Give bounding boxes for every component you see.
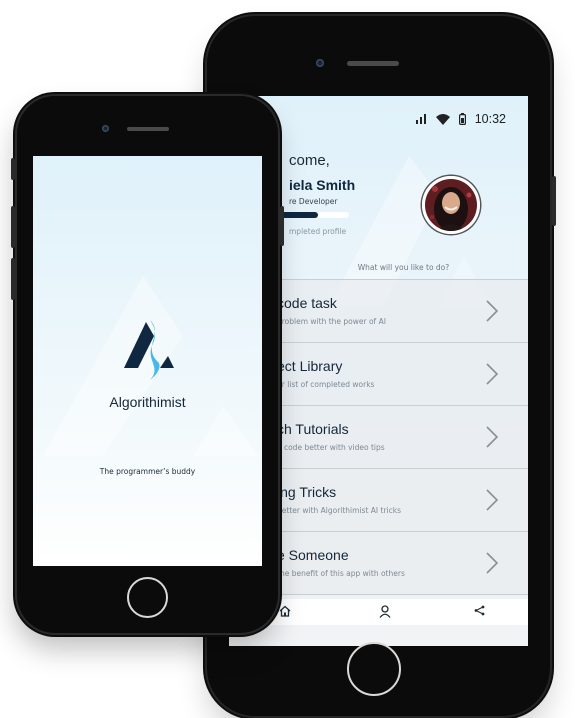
profile-progress-bar <box>279 212 349 218</box>
menu-item-subtitle: problem with the power of AI <box>277 317 386 326</box>
menu-item-title: ect Library <box>277 358 343 374</box>
front-phone-mockup: Algorithimist The programmer’s buddy <box>11 96 284 633</box>
menu-item-subtitle: better with Algorithimist AI tricks <box>277 506 401 515</box>
chevron-right-icon <box>486 552 498 574</box>
status-bar: 10:32 <box>415 112 506 126</box>
menu-item-title: ch Tutorials <box>277 421 349 437</box>
chevron-right-icon <box>486 300 498 322</box>
app-name: Algorithimist <box>109 394 186 410</box>
profile-progress-text: mpleted profile <box>289 227 347 236</box>
profile-icon[interactable] <box>379 605 391 618</box>
wifi-icon <box>435 113 450 125</box>
user-name: iela Smith <box>289 177 356 193</box>
chevron-right-icon <box>486 489 498 511</box>
menu-item-title: code task <box>277 295 337 311</box>
volume-down-button <box>11 258 15 300</box>
user-role: re Developer <box>289 197 338 206</box>
splash-screen: Algorithimist The programmer’s buddy <box>33 156 262 566</box>
earpiece-speaker <box>127 127 169 131</box>
power-button <box>552 176 556 226</box>
app-tagline: The programmer’s buddy <box>99 467 196 476</box>
signal-icon <box>415 114 427 124</box>
volume-up-button <box>11 206 15 248</box>
front-camera <box>102 125 109 132</box>
home-button[interactable] <box>347 642 401 696</box>
earpiece-speaker <box>347 61 399 66</box>
menu-item-subtitle: ur list of completed works <box>277 380 375 389</box>
home-button[interactable] <box>127 577 168 618</box>
share-icon[interactable] <box>474 605 485 616</box>
menu-item-subtitle: the benefit of this app with others <box>277 569 405 578</box>
mute-switch <box>11 158 15 180</box>
battery-icon <box>458 113 466 125</box>
chevron-right-icon <box>486 426 498 448</box>
home-icon[interactable] <box>279 605 291 617</box>
menu-item-subtitle: o code better with video tips <box>277 443 385 452</box>
avatar[interactable] <box>422 176 480 234</box>
user-photo <box>425 179 477 231</box>
profile-progress-fill <box>279 212 318 218</box>
clock-time: 10:32 <box>474 112 506 126</box>
menu-item-title: ing Tricks <box>277 484 337 500</box>
power-button <box>280 206 284 246</box>
algorithimist-logo-icon <box>124 320 174 380</box>
welcome-greeting: come, <box>289 152 330 169</box>
front-camera <box>316 59 324 67</box>
menu-item-title: e Someone <box>277 547 349 563</box>
chevron-right-icon <box>486 363 498 385</box>
